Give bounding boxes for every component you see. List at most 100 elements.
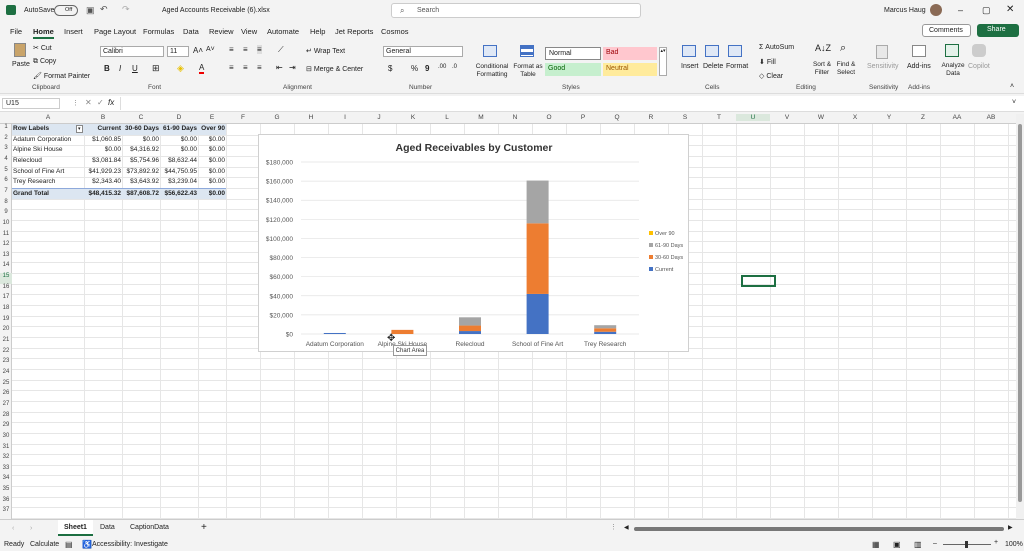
next-sheet-icon[interactable]: › [30, 525, 32, 532]
horizontal-scroll-thumb[interactable] [634, 527, 1004, 531]
tab-help[interactable]: Help [310, 27, 325, 36]
sort-filter-button[interactable]: Sort & Filter [810, 61, 834, 77]
accessibility-status[interactable]: Accessibility: Investigate [92, 541, 168, 548]
pivot-cell[interactable]: $0.00 [160, 135, 198, 146]
row-header-30[interactable]: 30 [0, 433, 12, 444]
column-header-b[interactable]: B [84, 114, 122, 121]
delete-cells-button[interactable]: Delete [703, 63, 723, 70]
row-header-23[interactable]: 23 [0, 358, 12, 369]
macro-icon[interactable]: ▤ [65, 540, 73, 549]
cut-button[interactable]: ✂ Cut [33, 44, 52, 52]
comma-icon[interactable]: 9 [425, 64, 429, 73]
copilot-icon[interactable] [972, 44, 986, 57]
pivot-header-cell[interactable]: Over 90 [198, 124, 226, 135]
column-header-d[interactable]: D [160, 114, 198, 121]
analyze-data-icon[interactable] [945, 44, 959, 57]
pivot-cell[interactable]: $44,750.95 [160, 167, 198, 178]
decrease-decimal-icon[interactable]: .0 [452, 64, 457, 70]
font-name-select[interactable]: Calibri [100, 46, 164, 57]
autosum-button[interactable]: Σ AutoSum [759, 44, 794, 51]
row-header-4[interactable]: 4 [0, 156, 12, 167]
user-name[interactable]: Marcus Haug [884, 7, 926, 14]
currency-icon[interactable]: $ [388, 64, 392, 73]
row-header-28[interactable]: 28 [0, 412, 12, 423]
number-format-select[interactable]: General [383, 46, 463, 57]
row-header-17[interactable]: 17 [0, 294, 12, 305]
row-header-21[interactable]: 21 [0, 337, 12, 348]
format-cells-icon[interactable] [728, 45, 742, 57]
analyze-data-button[interactable]: Analyze Data [940, 62, 966, 78]
row-header-31[interactable]: 31 [0, 444, 12, 455]
align-right-icon[interactable]: ≡ [257, 63, 262, 72]
bold-icon[interactable]: B [104, 64, 110, 73]
formula-input[interactable] [120, 97, 1016, 110]
pivot-cell[interactable]: $8,632.44 [160, 156, 198, 167]
row-header-19[interactable]: 19 [0, 316, 12, 327]
style-normal[interactable]: Normal [545, 47, 601, 60]
pivot-header-cell[interactable]: 61-90 Days [160, 124, 198, 135]
row-header-10[interactable]: 10 [0, 220, 12, 231]
pivot-cell[interactable]: $0.00 [198, 156, 226, 167]
pivot-cell[interactable]: $0.00 [198, 145, 226, 156]
orientation-icon[interactable]: ⟋ [278, 45, 284, 55]
pivot-total-cell[interactable]: Grand Total [12, 187, 84, 199]
column-header-f[interactable]: F [226, 114, 260, 121]
pivot-header-cell[interactable]: Current [84, 124, 122, 135]
tab-home[interactable]: Home [33, 27, 54, 39]
format-as-table-icon[interactable] [520, 45, 534, 57]
column-header-u[interactable]: U [736, 114, 770, 121]
column-header-k[interactable]: K [396, 114, 430, 121]
tab-data[interactable]: Data [183, 27, 199, 36]
row-header-36[interactable]: 36 [0, 497, 12, 508]
row-header-27[interactable]: 27 [0, 401, 12, 412]
column-header-j[interactable]: J [362, 114, 396, 121]
undo-icon[interactable]: ↶ [100, 4, 108, 15]
insert-cells-icon[interactable] [682, 45, 696, 57]
pivot-cell[interactable]: $0.00 [198, 135, 226, 146]
pivot-cell[interactable]: School of Fine Art [12, 167, 84, 178]
search-box[interactable]: ⌕ Search [391, 3, 641, 18]
copilot-button[interactable]: Copilot [968, 63, 990, 70]
row-header-32[interactable]: 32 [0, 454, 12, 465]
pivot-cell[interactable]: $4,316.92 [122, 145, 160, 156]
row-header-18[interactable]: 18 [0, 305, 12, 316]
redo-icon[interactable]: ↷ [122, 4, 130, 15]
paste-button[interactable]: Paste [12, 61, 30, 68]
chart-area[interactable]: Aged Receivables by Customer $0 $20,000 $40… [258, 134, 689, 352]
format-painter-button[interactable]: 🖌 Format Painter [33, 72, 90, 80]
borders-icon[interactable]: ⊞ [152, 63, 160, 74]
page-layout-view-icon[interactable]: ▣ [893, 540, 901, 549]
style-bad[interactable]: Bad [603, 47, 657, 60]
paste-icon[interactable] [14, 43, 26, 57]
pivot-cell[interactable]: $73,892.92 [122, 167, 160, 178]
sensitivity-icon[interactable] [876, 45, 888, 59]
minimize-icon[interactable]: – [958, 5, 963, 15]
increase-decimal-icon[interactable]: .00 [438, 64, 446, 70]
fill-button[interactable]: ⬇ Fill [759, 58, 776, 66]
style-neutral[interactable]: Neutral [603, 63, 657, 76]
prev-sheet-icon[interactable]: ‹ [12, 525, 14, 532]
zoom-out-icon[interactable]: – [933, 540, 937, 547]
row-header-25[interactable]: 25 [0, 380, 12, 391]
wrap-text-button[interactable]: ↵ Wrap Text [306, 47, 345, 55]
column-header-n[interactable]: N [498, 114, 532, 121]
column-header-q[interactable]: Q [600, 114, 634, 121]
page-break-view-icon[interactable]: ▥ [914, 540, 922, 549]
column-header-t[interactable]: T [702, 114, 736, 121]
percent-icon[interactable]: % [411, 64, 418, 73]
format-as-table-button[interactable]: Format as Table [512, 63, 544, 79]
row-header-29[interactable]: 29 [0, 422, 12, 433]
delete-cells-icon[interactable] [705, 45, 719, 57]
row-header-2[interactable]: 2 [0, 135, 12, 146]
row-header-6[interactable]: 6 [0, 177, 12, 188]
row-header-15[interactable]: 15 [0, 273, 12, 284]
column-header-p[interactable]: P [566, 114, 600, 121]
row-header-14[interactable]: 14 [0, 262, 12, 273]
row-header-8[interactable]: 8 [0, 199, 12, 210]
column-header-v[interactable]: V [770, 114, 804, 121]
add-sheet-icon[interactable]: + [201, 522, 207, 533]
pivot-cell[interactable]: Adatum Corporation [12, 135, 84, 146]
add-ins-icon[interactable] [912, 45, 926, 57]
save-icon[interactable]: ▣ [86, 5, 95, 16]
scroll-right-icon[interactable]: ▶ [1008, 524, 1013, 531]
